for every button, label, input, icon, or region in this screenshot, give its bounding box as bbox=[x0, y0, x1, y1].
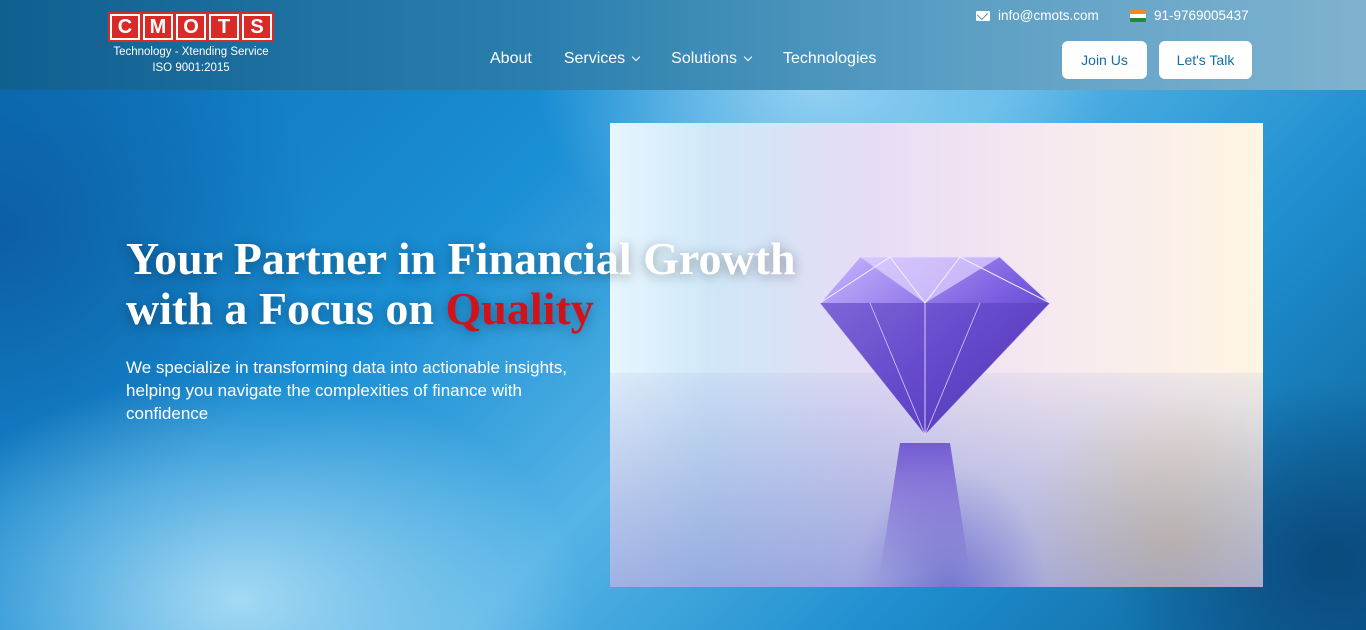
chevron-down-icon bbox=[631, 52, 641, 62]
logo-letter: S bbox=[242, 14, 272, 40]
india-flag-icon bbox=[1130, 9, 1146, 22]
nav-item-label: Solutions bbox=[671, 50, 737, 67]
diamond-photo bbox=[610, 123, 1263, 587]
cmots-logo[interactable]: C M O T S Technology - Xtending Service … bbox=[108, 12, 274, 74]
headline-line-1: Your Partner in Financial Growth bbox=[126, 233, 796, 284]
nav-item-services[interactable]: Services bbox=[563, 50, 641, 68]
headline-line-2-prefix: with a Focus on bbox=[126, 283, 446, 334]
logo-wordmark: C M O T S bbox=[108, 12, 274, 42]
join-us-button[interactable]: Join Us bbox=[1062, 41, 1147, 79]
headline-accent-word: Quality bbox=[445, 283, 594, 334]
chevron-down-icon bbox=[743, 52, 753, 62]
contact-email[interactable]: info@cmots.com bbox=[976, 8, 1099, 23]
nav-item-about[interactable]: About bbox=[490, 50, 532, 68]
contact-email-text: info@cmots.com bbox=[998, 8, 1099, 23]
mail-icon bbox=[976, 10, 990, 21]
contact-phone[interactable]: 91-9769005437 bbox=[1130, 8, 1249, 23]
nav-item-label: About bbox=[490, 50, 532, 67]
nav-item-label: Services bbox=[563, 50, 626, 67]
logo-letter: C bbox=[110, 14, 140, 40]
top-header: C M O T S Technology - Xtending Service … bbox=[0, 0, 1366, 90]
diamond-icon bbox=[819, 256, 1051, 573]
nav-item-technologies[interactable]: Technologies bbox=[783, 50, 876, 68]
hero-subtext: We specialize in transforming data into … bbox=[126, 358, 567, 423]
nav-item-solutions[interactable]: Solutions bbox=[671, 50, 753, 68]
logo-letter: T bbox=[209, 14, 239, 40]
nav-item-label: Technologies bbox=[783, 50, 877, 67]
hero-headline: Your Partner in Financial Growth with a … bbox=[126, 234, 796, 334]
logo-iso-cert: ISO 9001:2015 bbox=[152, 62, 230, 74]
logo-letter: M bbox=[143, 14, 173, 40]
logo-letter: O bbox=[176, 14, 206, 40]
logo-tagline: Technology - Xtending Service bbox=[113, 46, 269, 58]
main-nav: About Services Solutions Technologies bbox=[490, 50, 876, 68]
contact-phone-text: 91-9769005437 bbox=[1154, 8, 1249, 23]
lets-talk-button[interactable]: Let's Talk bbox=[1159, 41, 1252, 79]
